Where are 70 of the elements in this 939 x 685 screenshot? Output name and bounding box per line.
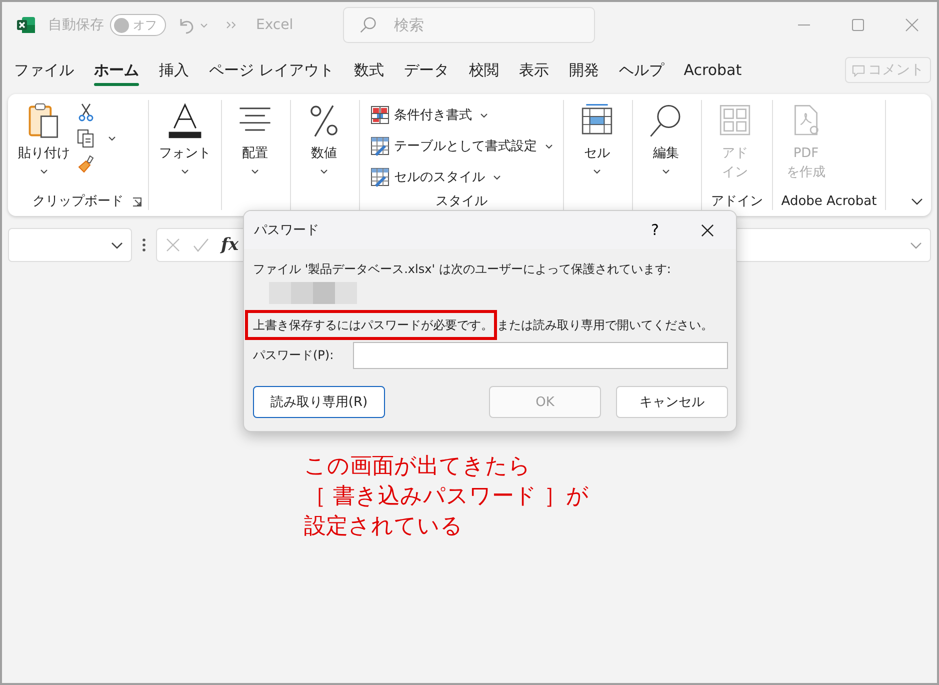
annotation-text: この画面が出てきたら [304,453,532,481]
close-icon[interactable] [701,224,714,236]
group-label: スタイル [436,193,488,210]
insert-function-label[interactable]: fx [221,235,238,255]
name-box[interactable] [8,228,132,262]
copy-icon[interactable] [76,128,96,148]
menu-tab[interactable]: 挿入 [151,56,197,84]
caret-icon [40,169,48,174]
highlighted-notice: 上書き保存するにはパスワードが必要です。 [245,310,497,340]
group-label: クリップボード [32,193,124,210]
menu-tab[interactable]: 数式 [346,56,392,84]
comment-icon [852,64,865,76]
font-icon [167,102,203,140]
paste-button[interactable]: 貼り付け [12,100,76,192]
paintbrush-icon[interactable] [76,154,96,174]
dialog-launcher-icon[interactable] [132,197,142,207]
ribbon-button[interactable]: 数値 [295,100,353,192]
search-field[interactable]: 検索 [343,7,596,43]
password-label: パスワード(P): [253,347,335,364]
caret-icon [593,169,601,174]
conditional-format-icon [370,105,390,125]
ribbon-button[interactable]: フォント [153,100,217,192]
more-commands-icon[interactable] [226,21,238,29]
autosave-label: 自動保存 [48,16,104,34]
more-vertical-icon[interactable] [142,237,146,253]
menu-tab[interactable]: ファイル [6,56,82,84]
annotation-text: 設定されている [304,513,464,541]
menu-tab[interactable]: 校閲 [460,56,507,84]
dialog-title: パスワード [254,222,319,239]
cancel-icon[interactable] [165,237,181,253]
scissors-icon[interactable] [76,102,96,122]
caret-icon [493,174,501,180]
menu-tab[interactable]: Acrobat [676,57,750,83]
caret-icon [545,144,553,148]
table-brush-icon [370,167,390,187]
menu-tab[interactable]: 表示 [510,56,557,84]
group-label: Adobe Acrobat [781,194,877,208]
search-icon [359,16,378,34]
collapse-ribbon-icon[interactable] [911,198,923,205]
caret-icon[interactable] [108,136,116,140]
ribbon-menu-button[interactable]: 条件付き書式 [364,101,559,129]
dialog-message: ファイル '製品データベース.xlsx' は次のユーザーによって保護されています: [253,261,671,278]
caret-icon [111,242,123,249]
menu-tab[interactable]: データ [396,56,457,84]
ribbon-button[interactable]: 配置 [226,100,284,192]
caret-icon [662,169,670,174]
dialog-button[interactable]: 読み取り専用(R) [253,386,385,418]
dialog-notice: または読み取り専用で開いてください。 [497,317,713,334]
menu-tab[interactable]: ヘルプ [610,56,672,84]
table-brush-icon [370,136,390,156]
caret-icon [320,169,328,174]
password-field[interactable] [353,342,728,369]
ribbon-menu-button[interactable]: テーブルとして書式設定 [364,132,559,160]
ribbon-menu-button[interactable]: セルのスタイル [364,163,559,191]
menu-tab[interactable]: ホーム [86,56,147,84]
caret-icon [181,169,189,174]
menu-tab[interactable]: 開発 [560,56,607,84]
dialog-button[interactable]: キャンセル [616,386,728,418]
checkmark-icon[interactable] [193,237,209,253]
ribbon-button[interactable]: 編集 [637,100,695,192]
app-name: Excel [256,17,294,33]
maximize-icon[interactable] [851,18,865,32]
ribbon-button[interactable]: セル [568,100,626,192]
help-button[interactable]: ? [645,220,665,240]
caret-icon [251,169,259,174]
menu-tab[interactable]: ページ レイアウト [201,56,342,84]
caret-icon [480,112,488,118]
annotation-text: ［ 書き込みパスワード ］が [304,483,589,511]
excel-logo-icon [16,15,36,35]
group-label: アドイン [711,193,763,210]
